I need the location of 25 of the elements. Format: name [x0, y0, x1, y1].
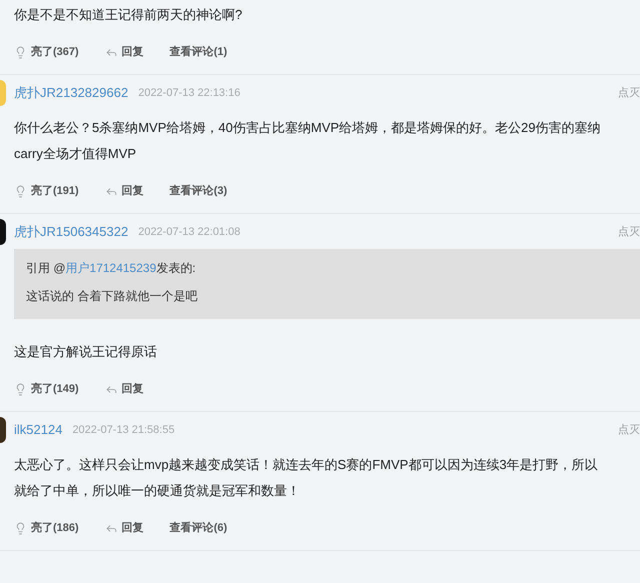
reply-button[interactable]: 回复 — [104, 44, 144, 60]
comment-text: 你什么老公？5杀塞纳MVP给塔姆，40伤害占比塞纳MVP给塔姆，都是塔姆保的好。老公29伤害的塞纳carry全场才值得MVP — [14, 119, 602, 163]
comment-text: 你是不是不知道王记得前两天的神论啊? — [14, 6, 244, 24]
like-button[interactable]: 亮了(191) — [14, 182, 79, 200]
lightbulb-icon — [14, 382, 27, 396]
post-date: 2022-07-13 22:13:16 — [138, 86, 240, 101]
lightbulb-icon — [14, 184, 27, 198]
like-button[interactable]: 亮了(186) — [14, 520, 79, 536]
like-button[interactable]: 亮了(149) — [14, 380, 79, 398]
quote-suffix: 发表的: — [156, 260, 196, 277]
post-date: 2022-07-13 22:01:08 — [138, 224, 240, 240]
quote-text: 这话说的 合着下路就他一个是吧 — [26, 288, 198, 305]
comment-text: 这是官方解说王记得原话 — [14, 343, 158, 361]
comment-text: 太恶心了。这样只会让mvp越来越变成笑话！就连去年的S赛的FMVP都可以因为连续3年是打野，所以就给了中单，所以唯一的硬通货就是冠军和数量！ — [14, 456, 599, 500]
view-comments-button[interactable]: 查看评论(1) — [170, 44, 228, 60]
lightbulb-icon — [14, 46, 27, 58]
view-comments-button[interactable]: 查看评论(6) — [170, 520, 228, 536]
reply-button[interactable]: 回复 — [104, 182, 144, 200]
lightbulb-icon — [14, 522, 27, 534]
reply-button[interactable]: 回复 — [104, 380, 144, 398]
reply-button[interactable]: 回复 — [104, 520, 144, 536]
quote-prefix: 引用 @ — [26, 260, 66, 277]
post-date: 2022-07-13 21:58:55 — [72, 422, 175, 438]
like-button[interactable]: 亮了(367) — [14, 44, 79, 60]
view-comments-button[interactable]: 查看评论(3) — [170, 182, 228, 200]
